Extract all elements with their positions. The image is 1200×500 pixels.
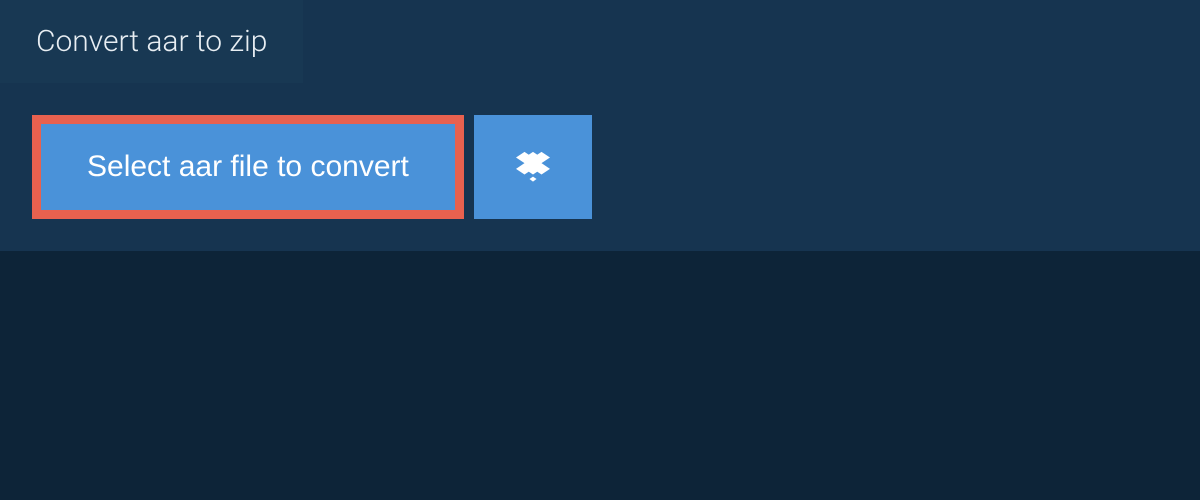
select-file-button[interactable]: Select aar file to convert — [41, 124, 455, 210]
converter-panel: Convert aar to zip Select aar file to co… — [0, 0, 1200, 251]
dropbox-icon — [516, 149, 550, 186]
tab-title: Convert aar to zip — [36, 24, 267, 59]
converter-tab[interactable]: Convert aar to zip — [0, 0, 303, 83]
dropbox-button[interactable] — [474, 115, 592, 219]
select-button-highlight: Select aar file to convert — [32, 115, 464, 219]
button-row: Select aar file to convert — [0, 83, 1200, 219]
select-button-label: Select aar file to convert — [87, 150, 409, 183]
